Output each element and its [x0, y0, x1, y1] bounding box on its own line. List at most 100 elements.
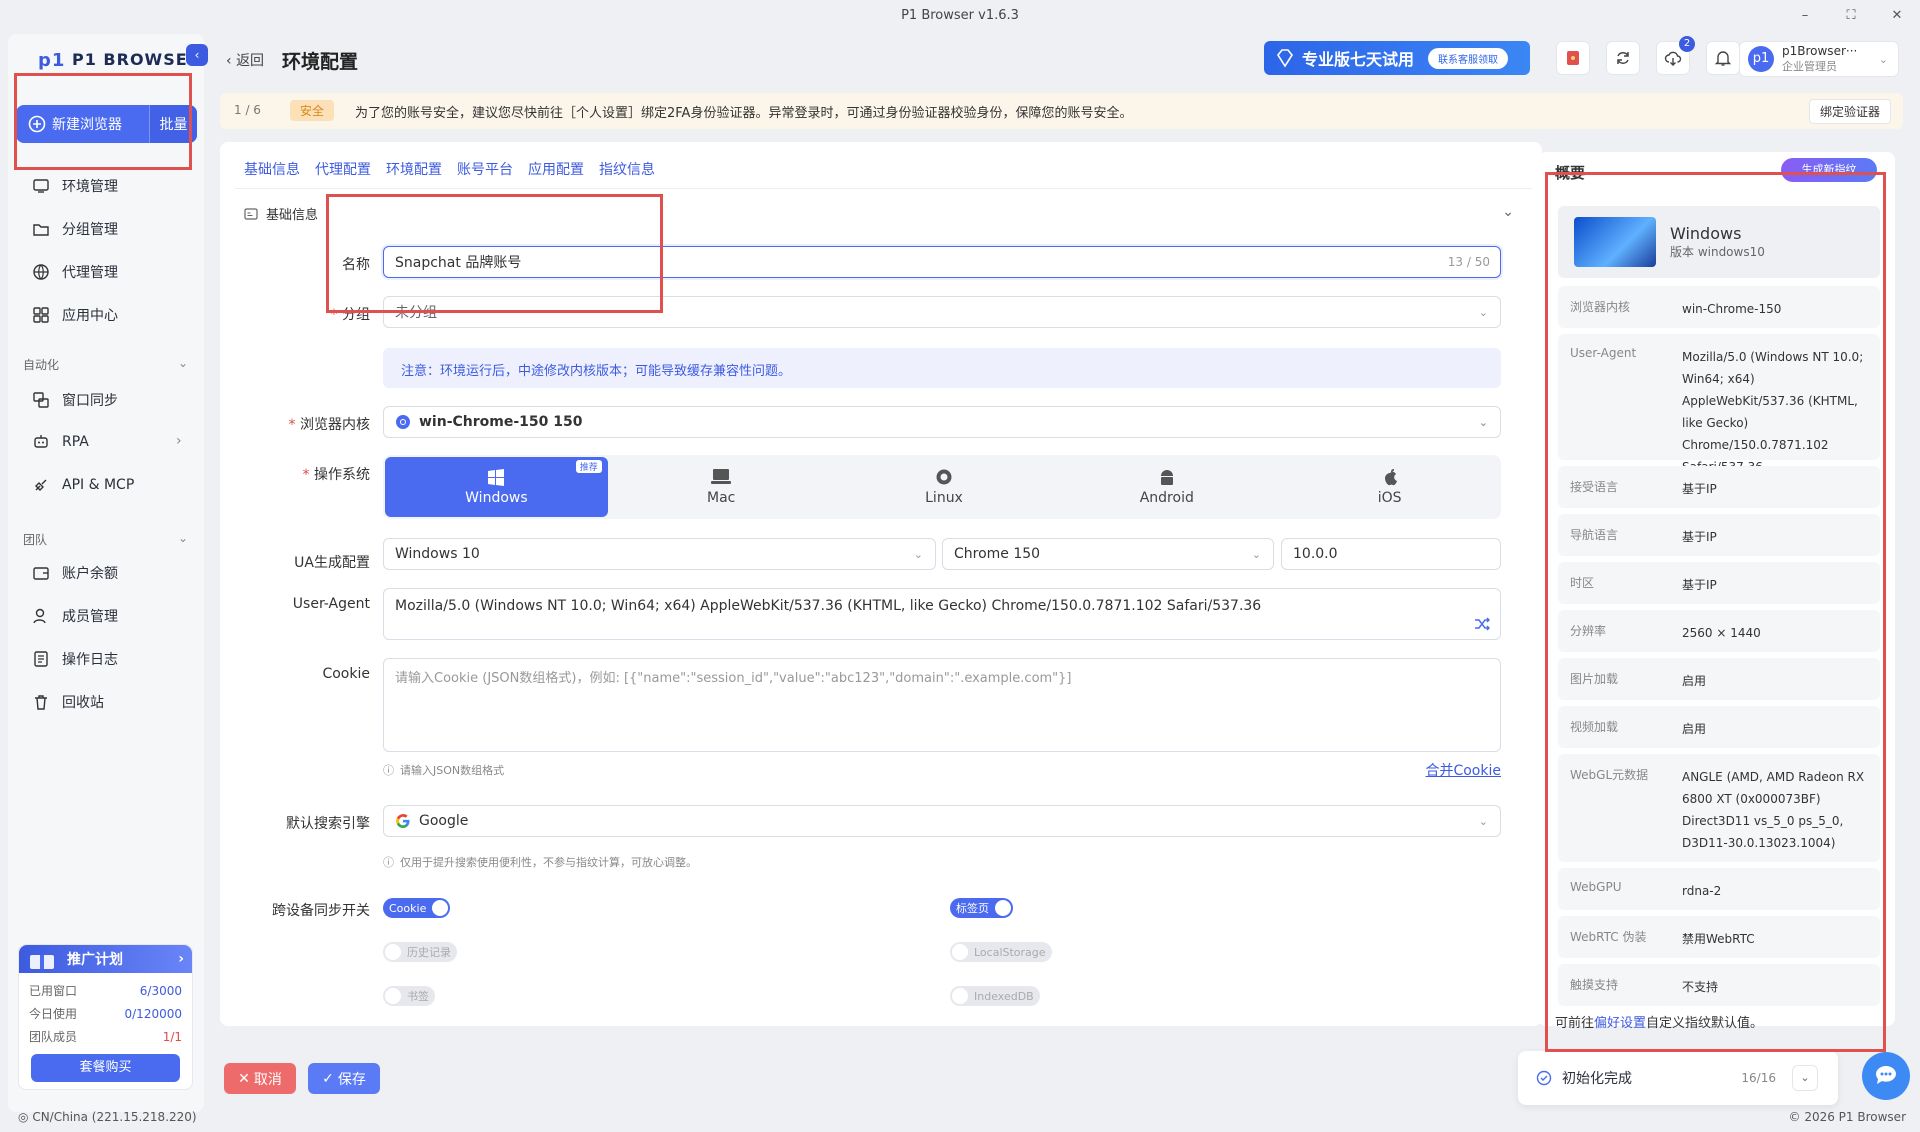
toggle-tabs[interactable]: 标签页: [950, 898, 1013, 918]
tab-account[interactable]: 账号平台: [457, 159, 513, 179]
search-engine-select[interactable]: Google ⌄: [383, 805, 1501, 837]
sync-label: 跨设备同步开关: [220, 900, 370, 920]
config-panel: 基础信息 代理配置 环境配置 账号平台 应用配置 指纹信息 基础信息 ⌄ 名称 …: [220, 142, 1542, 1026]
sidebar-item-api[interactable]: API & MCP: [32, 476, 134, 494]
label-text: 默认搜索引擎: [286, 816, 370, 832]
automation-section[interactable]: 自动化 ⌄: [23, 356, 188, 373]
section-header[interactable]: 基础信息: [244, 204, 318, 223]
name-label: 名称: [220, 254, 370, 274]
generate-fingerprint-button[interactable]: 生成新指纹: [1781, 158, 1877, 182]
promo-row: 今日使用 0/120000: [19, 1002, 192, 1025]
sidebar-item-trash[interactable]: 回收站: [32, 692, 104, 712]
chevron-right-icon: ›: [176, 433, 182, 449]
buy-package-button[interactable]: 套餐购买: [31, 1054, 180, 1082]
notification-button[interactable]: [1706, 41, 1740, 75]
os-option-mac[interactable]: Mac: [610, 455, 833, 519]
notice-tag: 安全: [290, 100, 335, 121]
toggle-history[interactable]: 历史记录: [383, 942, 457, 962]
summary-value: rdna-2: [1682, 884, 1722, 898]
summary-key: 触摸支持: [1570, 978, 1619, 992]
toggle-label: 标签页: [956, 902, 989, 915]
recommend-badge: 推荐: [575, 460, 602, 473]
sidebar-item-env[interactable]: 环境管理: [32, 176, 118, 196]
name-input[interactable]: Snapchat 品牌账号 13 / 50: [383, 246, 1501, 278]
search-hint: ⓘ 仅用于提升搜索使用便利性，不参与指纹计算，可放心调整。: [383, 854, 697, 870]
batch-button[interactable]: 批量: [149, 105, 197, 143]
os-option-android[interactable]: Android: [1055, 455, 1278, 519]
section-label: 自动化: [23, 358, 60, 372]
minimize-icon[interactable]: –: [1795, 6, 1815, 26]
chevron-down-icon[interactable]: ⌄: [1792, 1065, 1818, 1091]
team-section[interactable]: 团队 ⌄: [23, 531, 188, 548]
summary-row: 分辨率 2560 × 1440: [1558, 610, 1880, 652]
grid-icon: [33, 307, 49, 323]
windows-wallpaper-image: [1574, 217, 1656, 267]
summary-row: 触摸支持 不支持: [1558, 964, 1880, 1006]
ua-version-input[interactable]: 10.0.0: [1281, 538, 1501, 570]
save-label: 保存: [337, 1071, 366, 1088]
sidebar-item-proxy[interactable]: 代理管理: [32, 262, 118, 282]
summary-row: WebRTC 伪装 禁用WebRTC: [1558, 916, 1880, 958]
ip-location: ◎ CN/China (221.15.218.220): [18, 1110, 197, 1124]
bind-authenticator-button[interactable]: 绑定验证器: [1808, 99, 1891, 124]
collapse-sidebar-icon[interactable]: ‹: [186, 44, 208, 66]
plus-circle-icon: [28, 115, 46, 133]
download-badge: 2: [1679, 36, 1695, 52]
back-button[interactable]: ‹ 返回: [226, 50, 264, 70]
sidebar-item-window-sync[interactable]: 窗口同步: [32, 390, 118, 410]
ua-value: Mozilla/5.0 (Windows NT 10.0; Win64; x64…: [395, 598, 1262, 614]
refresh-button[interactable]: [1606, 41, 1640, 75]
sidebar-item-rpa[interactable]: RPA: [32, 433, 89, 451]
download-button[interactable]: 2: [1656, 36, 1695, 75]
user-menu[interactable]: p1 p1Browser··· 企业管理员 ⌄: [1739, 41, 1899, 77]
promo-header[interactable]: 推广计划 ›: [19, 945, 192, 973]
name-value: Snapchat 品牌账号: [395, 255, 522, 271]
sidebar-item-apps[interactable]: 应用中心: [32, 305, 118, 325]
monitor-icon: [33, 179, 49, 193]
tab-apps[interactable]: 应用配置: [528, 159, 584, 179]
sidebar-item-logs[interactable]: 操作日志: [32, 649, 118, 669]
group-select[interactable]: 未分组 ⌄: [383, 296, 1501, 328]
tab-env[interactable]: 环境配置: [386, 159, 442, 179]
info-icon: ⓘ: [383, 856, 394, 869]
cookie-textarea[interactable]: 请输入Cookie (JSON数组格式)，例如: [{"name":"sessi…: [383, 658, 1501, 752]
cancel-button[interactable]: ✕ 取消: [224, 1063, 296, 1094]
new-browser-button[interactable]: 新建浏览器: [16, 105, 149, 143]
save-button[interactable]: ✓ 保存: [308, 1063, 380, 1094]
os-option-ios[interactable]: iOS: [1278, 455, 1501, 519]
cookie-placeholder: 请输入Cookie (JSON数组格式)，例如: [{"name":"sessi…: [395, 671, 1072, 686]
ua-textarea[interactable]: Mozilla/5.0 (Windows NT 10.0; Win64; x64…: [383, 588, 1501, 640]
toggle-indexeddb[interactable]: IndexedDB: [950, 986, 1040, 1006]
ua-browser-select[interactable]: Chrome 150 ⌄: [942, 538, 1274, 570]
kernel-warning: 注意：环境运行后，中途修改内核版本；可能导致缓存兼容性问题。: [383, 348, 1501, 388]
red-envelope-icon: [1567, 51, 1579, 65]
os-option-windows[interactable]: 推荐 Windows: [385, 457, 608, 517]
contact-support-button[interactable]: 联系客服领取: [1428, 47, 1509, 69]
close-icon[interactable]: ✕: [1887, 6, 1907, 26]
chat-support-button[interactable]: [1862, 1052, 1910, 1100]
sidebar-item-groups[interactable]: 分组管理: [32, 219, 118, 239]
toggle-bookmarks[interactable]: 书签: [383, 986, 435, 1006]
tab-proxy[interactable]: 代理配置: [315, 159, 371, 179]
preferences-link[interactable]: 偏好设置: [1594, 1016, 1646, 1031]
maximize-icon[interactable]: ⛶: [1841, 6, 1861, 26]
kernel-select[interactable]: win-Chrome-150 150 ⌄: [383, 406, 1501, 438]
trash-icon: [35, 695, 47, 710]
tab-fingerprint[interactable]: 指纹信息: [599, 159, 655, 179]
trial-banner[interactable]: 专业版七天试用 联系客服领取: [1264, 41, 1530, 75]
merge-cookie-link[interactable]: 合并Cookie: [1425, 760, 1501, 780]
tab-basic[interactable]: 基础信息: [244, 159, 300, 179]
os-option-linux[interactable]: Linux: [833, 455, 1056, 519]
ua-os-select[interactable]: Windows 10 ⌄: [383, 538, 936, 570]
summary-value: win-Chrome-150: [1682, 302, 1782, 316]
sidebar-item-members[interactable]: 成员管理: [32, 606, 118, 626]
check-icon: ✓: [322, 1070, 334, 1087]
chevron-down-icon[interactable]: ⌄: [1502, 204, 1514, 220]
summary-key: User-Agent: [1570, 346, 1637, 360]
mail-button[interactable]: [1556, 41, 1590, 75]
toggle-cookie[interactable]: Cookie: [383, 898, 451, 918]
toggle-localstorage[interactable]: LocalStorage: [950, 942, 1052, 962]
summary-value: 启用: [1682, 722, 1707, 736]
sidebar-item-balance[interactable]: 账户余额: [32, 563, 118, 583]
check-circle-icon: [1536, 1070, 1552, 1086]
